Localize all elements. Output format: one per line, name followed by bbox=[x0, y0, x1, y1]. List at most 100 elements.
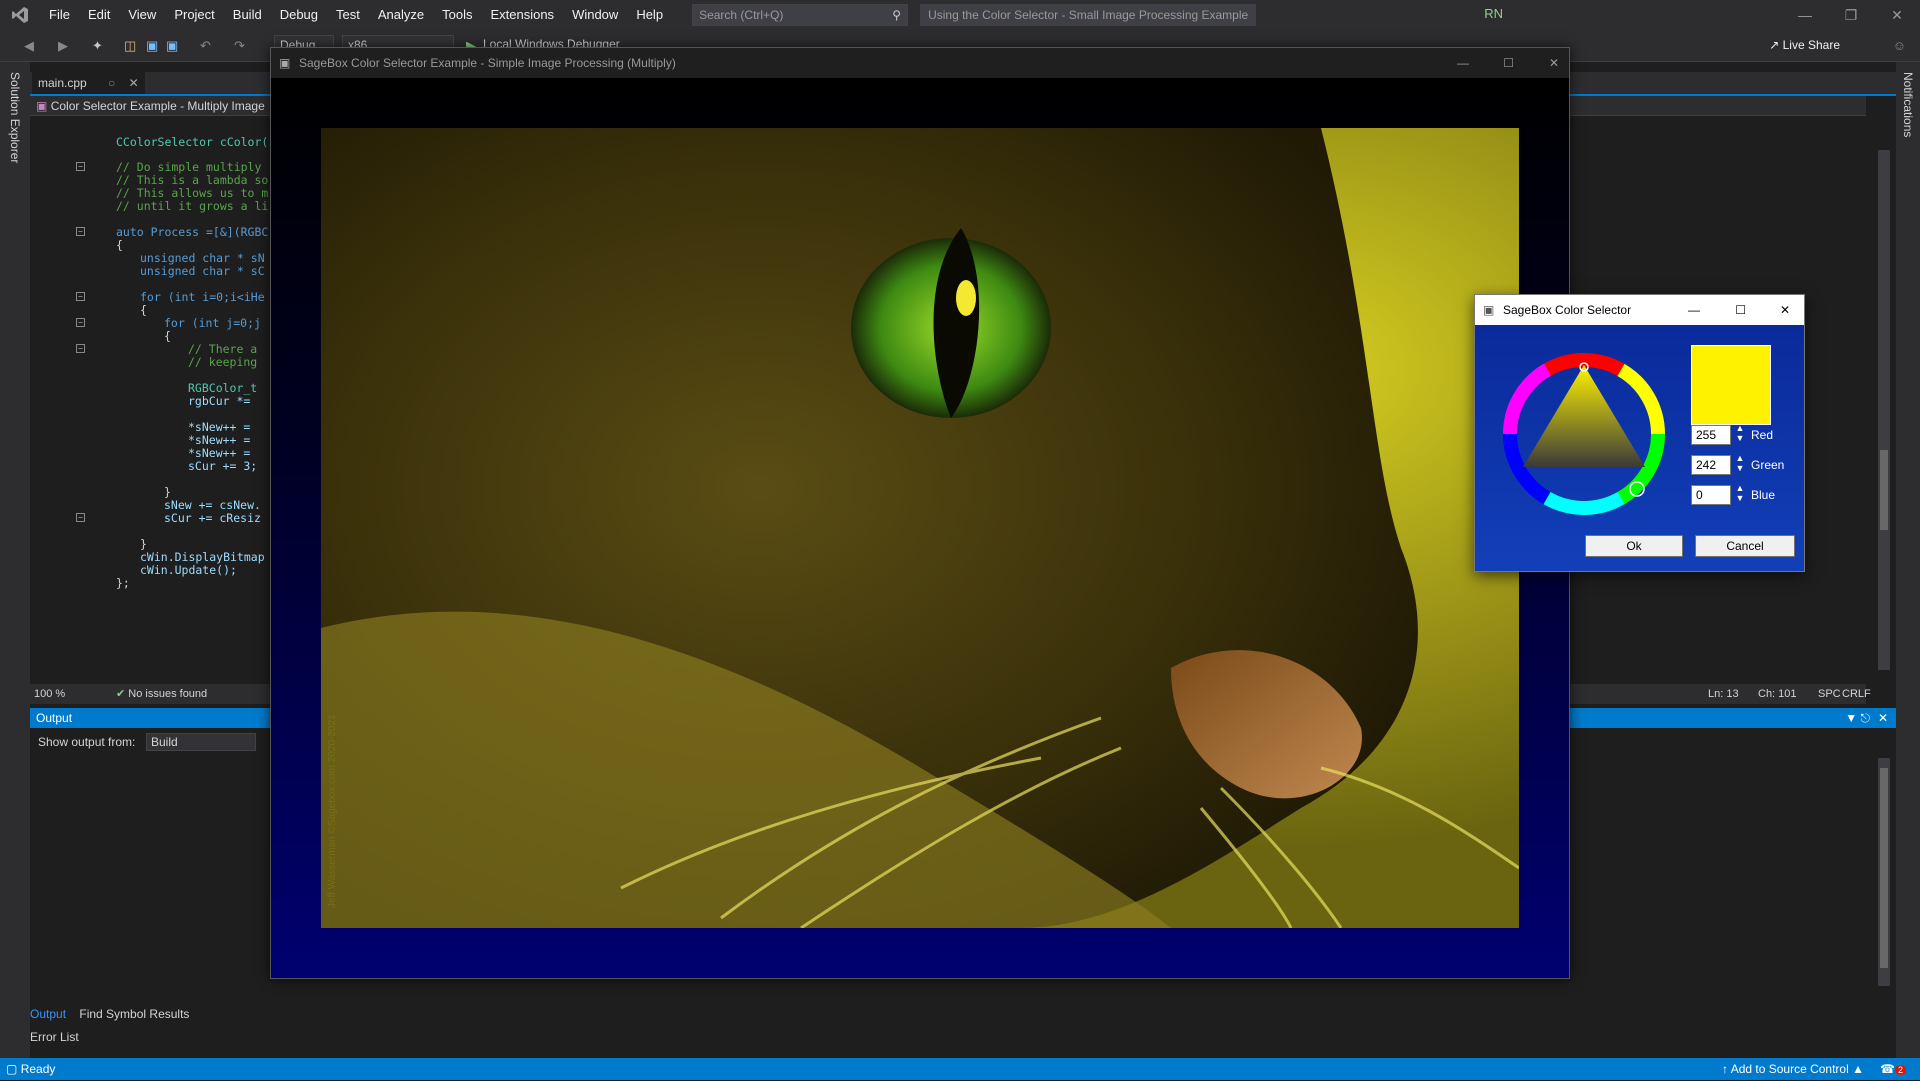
menu-debug[interactable]: Debug bbox=[271, 0, 327, 30]
color-wheel[interactable] bbox=[1499, 349, 1669, 519]
output-scroll-thumb[interactable] bbox=[1880, 768, 1888, 968]
tab-close-icon[interactable]: ✕ bbox=[129, 76, 139, 90]
tab-main-cpp[interactable]: main.cpp ○ ✕ bbox=[32, 72, 145, 94]
code-line[interactable]: sCur += cResiz bbox=[164, 510, 261, 526]
menu-project[interactable]: Project bbox=[165, 0, 223, 30]
code-line[interactable]: // keeping bbox=[188, 354, 257, 370]
solution-explorer-tab[interactable]: Solution Explorer bbox=[8, 72, 22, 163]
sagebox-window-title-bar[interactable]: ▣ SageBox Color Selector Example - Simpl… bbox=[271, 48, 1569, 78]
output-scrollbar[interactable] bbox=[1878, 758, 1890, 986]
menu-analyze[interactable]: Analyze bbox=[369, 0, 433, 30]
code-line[interactable]: { bbox=[116, 237, 123, 253]
code-line[interactable]: unsigned char * sC bbox=[140, 263, 265, 279]
code-line[interactable]: for (int j=0;j bbox=[164, 315, 261, 331]
menu-file[interactable]: File bbox=[40, 0, 79, 30]
collapse-icon[interactable]: − bbox=[76, 227, 85, 236]
cancel-button[interactable]: Cancel bbox=[1695, 535, 1795, 557]
search-input[interactable]: Search (Ctrl+Q) ⚲ bbox=[692, 4, 909, 26]
output-source-dropdown[interactable]: Build bbox=[146, 733, 256, 751]
sagebox-main-window[interactable]: ▣ SageBox Color Selector Example - Simpl… bbox=[270, 47, 1570, 979]
save-icon[interactable]: ▣ bbox=[146, 38, 158, 54]
search-icon: ⚲ bbox=[892, 8, 902, 22]
collapse-icon[interactable]: − bbox=[76, 162, 85, 171]
code-line[interactable]: { bbox=[164, 328, 171, 344]
red-spinner-icon[interactable]: ▲ ▼ bbox=[1734, 423, 1746, 447]
dialog-minimize-icon[interactable]: — bbox=[1688, 295, 1700, 325]
pin-panel-icon[interactable]: ▼ ⎋ bbox=[1845, 708, 1870, 728]
notifications-button[interactable]: ☎ 2 bbox=[1880, 1058, 1906, 1081]
issues-indicator[interactable]: ✔ No issues found bbox=[116, 684, 207, 704]
code-line[interactable]: { bbox=[140, 302, 147, 318]
collapse-icon[interactable]: − bbox=[76, 318, 85, 327]
code-line[interactable]: CColorSelector cColor( bbox=[116, 134, 268, 150]
code-line[interactable]: for (int i=0;i<iHe bbox=[140, 289, 265, 305]
restore-icon[interactable]: ❐ bbox=[1828, 0, 1874, 30]
color-dialog-body: 255 ▲ ▼ Red 242 ▲ ▼ Green 0 ▲ ▼ Blue Ok Can… bbox=[1475, 325, 1804, 571]
new-project-icon[interactable]: ✦ bbox=[92, 38, 103, 54]
color-selector-dialog[interactable]: ▣ SageBox Color Selector — ☐ ✕ 255 ▲ ▼ R… bbox=[1474, 294, 1805, 572]
sagebox-maximize-icon[interactable]: ☐ bbox=[1503, 48, 1514, 78]
tab-error-list[interactable]: Error List bbox=[30, 1030, 79, 1044]
undo-icon[interactable]: ↶ bbox=[200, 38, 211, 54]
blue-spinner-icon[interactable]: ▲ ▼ bbox=[1734, 483, 1746, 507]
save-all-icon[interactable]: ▣ bbox=[166, 38, 178, 54]
live-share-button[interactable]: ↗ Live Share bbox=[1769, 38, 1840, 52]
ok-button[interactable]: Ok bbox=[1585, 535, 1683, 557]
menu-build[interactable]: Build bbox=[224, 0, 271, 30]
minimize-icon[interactable]: — bbox=[1782, 0, 1828, 30]
sagebox-minimize-icon[interactable]: — bbox=[1457, 48, 1469, 78]
feedback-icon[interactable]: ☺ bbox=[1893, 38, 1906, 53]
editor-scrollbar[interactable] bbox=[1878, 150, 1890, 670]
add-to-source-control[interactable]: ↑ Add to Source Control ▲ bbox=[1722, 1058, 1864, 1080]
menu-view[interactable]: View bbox=[119, 0, 165, 30]
close-icon[interactable]: ✕ bbox=[1874, 0, 1920, 30]
caret-up-icon: ▲ bbox=[1852, 1062, 1864, 1076]
dialog-close-icon[interactable]: ✕ bbox=[1780, 295, 1790, 325]
indent-mode[interactable]: SPC bbox=[1818, 684, 1841, 704]
color-dialog-title-bar[interactable]: ▣ SageBox Color Selector — ☐ ✕ bbox=[1475, 295, 1804, 325]
collapse-icon[interactable]: − bbox=[76, 344, 85, 353]
code-line[interactable]: }; bbox=[116, 575, 130, 591]
right-rail: Notifications bbox=[1896, 62, 1920, 1058]
visual-studio-logo-icon bbox=[0, 0, 40, 30]
notifications-tab[interactable]: Notifications bbox=[1901, 72, 1915, 137]
blue-input[interactable]: 0 bbox=[1691, 485, 1731, 505]
tab-output[interactable]: Output bbox=[30, 1007, 66, 1021]
menu-tools[interactable]: Tools bbox=[433, 0, 481, 30]
color-swatch bbox=[1691, 345, 1771, 425]
code-line[interactable]: rgbCur *= bbox=[188, 393, 250, 409]
line-endings[interactable]: CRLF bbox=[1842, 684, 1871, 704]
redo-icon[interactable]: ↷ bbox=[234, 38, 245, 54]
status-bar: ▢ Ready ↑ Add to Source Control ▲ ☎ 2 bbox=[0, 1058, 1920, 1080]
green-spinner-icon[interactable]: ▲ ▼ bbox=[1734, 453, 1746, 477]
menu-test[interactable]: Test bbox=[327, 0, 369, 30]
column-number: Ch: 101 bbox=[1758, 688, 1797, 700]
code-line[interactable]: cWin.Update(); bbox=[140, 562, 237, 578]
zoom-level[interactable]: 100 % bbox=[34, 684, 65, 704]
green-input[interactable]: 242 bbox=[1691, 455, 1731, 475]
pin-icon[interactable]: ○ bbox=[108, 76, 115, 90]
editor-scroll-thumb[interactable] bbox=[1880, 450, 1888, 530]
user-initials-badge[interactable]: RN bbox=[1484, 6, 1503, 21]
collapse-icon[interactable]: − bbox=[76, 292, 85, 301]
code-line[interactable]: // until it grows a li bbox=[116, 198, 268, 214]
tab-find-symbol-results[interactable]: Find Symbol Results bbox=[79, 1007, 189, 1021]
menu-edit[interactable]: Edit bbox=[79, 0, 119, 30]
collapse-icon[interactable]: − bbox=[76, 513, 85, 522]
sagebox-close-icon[interactable]: ✕ bbox=[1549, 48, 1559, 78]
open-icon[interactable]: ◫ bbox=[124, 38, 136, 54]
sagebox-canvas: Jeff Wasserman ©Sagebox.com 2020-2021 bbox=[271, 78, 1569, 978]
close-panel-icon[interactable]: ✕ bbox=[1878, 708, 1888, 728]
menu-extensions[interactable]: Extensions bbox=[481, 0, 563, 30]
code-line[interactable]: auto Process =[&](RGBC bbox=[116, 224, 268, 240]
menu-window[interactable]: Window bbox=[563, 0, 627, 30]
processed-cat-image: Jeff Wasserman ©Sagebox.com 2020-2021 bbox=[321, 128, 1519, 928]
dialog-maximize-icon[interactable]: ☐ bbox=[1735, 295, 1746, 325]
red-input[interactable]: 255 bbox=[1691, 425, 1731, 445]
forward-icon[interactable]: ▶ bbox=[58, 38, 68, 54]
sagebox-window-title: SageBox Color Selector Example - Simple … bbox=[299, 56, 676, 70]
code-line[interactable]: sCur += 3; bbox=[188, 458, 257, 474]
tab-label: main.cpp bbox=[38, 76, 87, 90]
back-icon[interactable]: ◀ bbox=[24, 38, 34, 54]
menu-help[interactable]: Help bbox=[627, 0, 672, 30]
